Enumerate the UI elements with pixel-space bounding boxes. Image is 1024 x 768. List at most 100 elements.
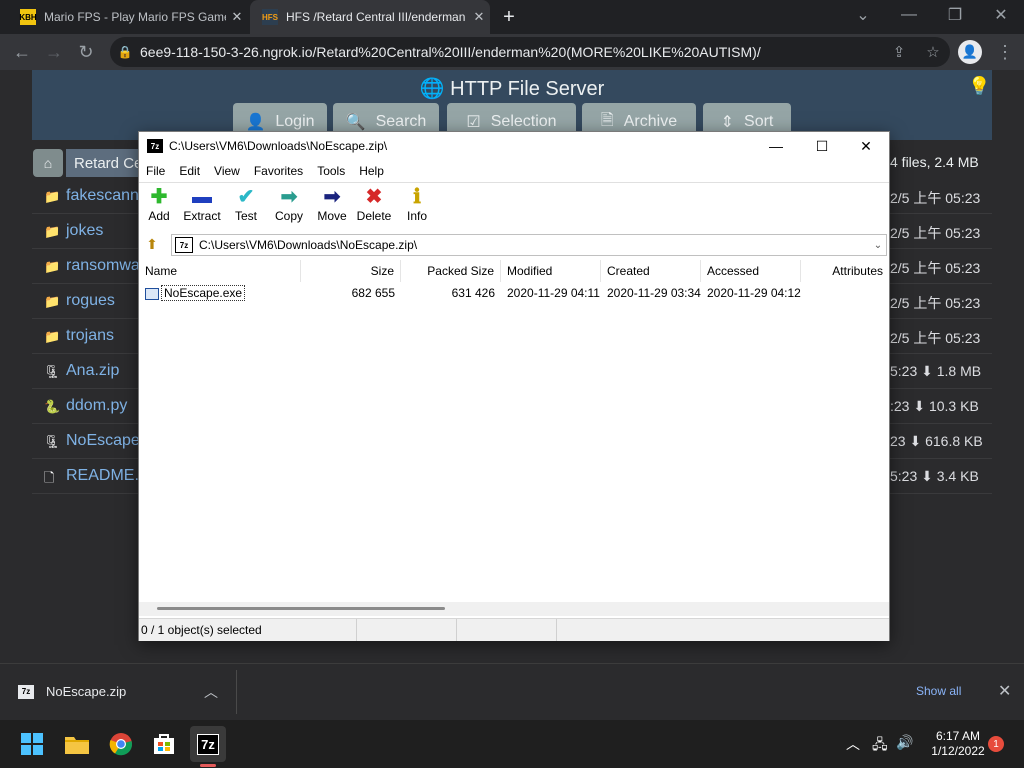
system-clock[interactable]: 6:17 AM 1/12/2022 bbox=[920, 729, 996, 759]
store-icon[interactable] bbox=[146, 726, 182, 762]
checkbox-icon: ☑ bbox=[466, 114, 481, 131]
scrollbar-thumb[interactable] bbox=[157, 607, 445, 610]
column-packed-size[interactable]: Packed Size bbox=[401, 260, 501, 282]
menu-file[interactable]: File bbox=[139, 164, 172, 178]
menu-edit[interactable]: Edit bbox=[172, 164, 207, 178]
table-row[interactable]: NoEscape.exe 682 655 631 426 2020-11-29 … bbox=[139, 284, 889, 302]
status-bar: 0 / 1 object(s) selected bbox=[139, 618, 889, 641]
lightbulb-icon[interactable]: 💡 bbox=[968, 76, 990, 97]
chrome-icon[interactable] bbox=[103, 726, 139, 762]
file-name[interactable]: NoEscape.exe bbox=[161, 285, 246, 301]
folder-icon: 📁 bbox=[44, 189, 61, 204]
sevenzip-window: 7z C:\Users\VM6\Downloads\NoEscape.zip\ … bbox=[138, 131, 890, 641]
kebab-menu-icon[interactable]: ⋮ bbox=[990, 34, 1020, 70]
taskbar: 7z ︿ 🖧 🔊 6:17 AM 1/12/2022 1 bbox=[0, 720, 1024, 768]
download-item[interactable]: 7z NoEscape.zip bbox=[18, 684, 126, 699]
chevron-down-icon[interactable]: ⌄ bbox=[870, 240, 886, 251]
sevenzip-taskbar-icon[interactable]: 7z bbox=[190, 726, 226, 762]
column-accessed[interactable]: Accessed bbox=[701, 260, 801, 282]
windows-start-icon[interactable] bbox=[14, 726, 50, 762]
menu-view[interactable]: View bbox=[207, 164, 247, 178]
browser-toolbar: ← → ↻ 🔒 6ee9-118-150-3-26.ngrok.io/Retar… bbox=[0, 34, 1024, 70]
menu-bar: File Edit View Favorites Tools Help bbox=[139, 160, 889, 182]
download-filename[interactable]: NoEscape.zip bbox=[46, 684, 126, 699]
add-button[interactable]: ✚ Add bbox=[137, 185, 181, 229]
zip-icon: 🗜 bbox=[44, 434, 61, 449]
test-button[interactable]: ✔ Test bbox=[224, 185, 268, 229]
column-attributes[interactable]: Attributes bbox=[801, 260, 889, 282]
selection-status: 0 / 1 object(s) selected bbox=[139, 619, 357, 641]
tab-strip: KBH Mario FPS - Play Mario FPS Game ✕ HF… bbox=[0, 0, 1024, 34]
column-modified[interactable]: Modified bbox=[501, 260, 601, 282]
volume-icon[interactable]: 🔊 bbox=[896, 734, 913, 751]
lock-icon[interactable]: 🔒 bbox=[110, 45, 140, 59]
delete-button[interactable]: ✖ Delete bbox=[352, 185, 396, 229]
new-tab-button[interactable]: + bbox=[496, 4, 522, 30]
tab-search-icon[interactable]: ⌄ bbox=[840, 0, 886, 30]
divider bbox=[236, 670, 237, 714]
column-size[interactable]: Size bbox=[301, 260, 401, 282]
back-icon[interactable]: ← bbox=[6, 34, 38, 70]
address-row: ⬆ 7z C:\Users\VM6\Downloads\NoEscape.zip… bbox=[139, 232, 889, 258]
minimize-icon[interactable]: — bbox=[753, 132, 799, 160]
active-app-indicator bbox=[200, 764, 216, 767]
tab-hfs[interactable]: HFS HFS /Retard Central III/enderman ✕ bbox=[250, 0, 490, 34]
status-pane bbox=[457, 619, 557, 641]
close-icon[interactable]: ✕ bbox=[998, 681, 1011, 701]
home-icon[interactable]: ⌂ bbox=[33, 149, 63, 177]
restore-icon[interactable]: ❐ bbox=[932, 0, 978, 30]
file-explorer-icon[interactable] bbox=[59, 726, 95, 762]
column-name[interactable]: Name bbox=[139, 260, 301, 282]
column-headers: Name Size Packed Size Modified Created A… bbox=[139, 260, 889, 282]
page-title: 🌐 HTTP File Server bbox=[419, 78, 605, 100]
horizontal-scrollbar[interactable] bbox=[139, 602, 889, 616]
chevron-up-icon[interactable]: ︿ bbox=[204, 682, 218, 702]
tab-title: Mario FPS - Play Mario FPS Game bbox=[44, 10, 226, 24]
path-combobox[interactable]: 7z C:\Users\VM6\Downloads\NoEscape.zip\ … bbox=[171, 234, 887, 256]
minimize-icon[interactable]: — bbox=[886, 0, 932, 30]
chevron-up-icon[interactable]: ︿ bbox=[846, 734, 860, 754]
delete-icon: ✖ bbox=[365, 186, 383, 208]
extract-button[interactable]: ▬ Extract bbox=[180, 185, 224, 229]
user-icon: 👤 bbox=[245, 114, 266, 131]
profile-avatar-icon[interactable]: 👤 bbox=[958, 40, 982, 64]
path-text[interactable]: C:\Users\VM6\Downloads\NoEscape.zip\ bbox=[199, 238, 870, 252]
address-bar[interactable]: 🔒 6ee9-118-150-3-26.ngrok.io/Retard%20Ce… bbox=[110, 37, 950, 67]
menu-favorites[interactable]: Favorites bbox=[247, 164, 310, 178]
folder-icon: 📁 bbox=[44, 259, 61, 274]
column-created[interactable]: Created bbox=[601, 260, 701, 282]
menu-tools[interactable]: Tools bbox=[310, 164, 352, 178]
show-all-link[interactable]: Show all bbox=[916, 684, 961, 698]
file-accessed: 2020-11-29 04:12 bbox=[707, 286, 801, 300]
zip-icon: 7z bbox=[175, 237, 193, 253]
maximize-icon[interactable]: ☐ bbox=[799, 132, 845, 160]
close-tab-icon[interactable]: ✕ bbox=[468, 9, 490, 25]
sort-icon: ⇕ bbox=[720, 114, 735, 131]
zip-icon: 7z bbox=[18, 684, 34, 699]
zip-icon: 🗜 bbox=[44, 364, 61, 379]
toolbar: ✚ Add ▬ Extract ✔ Test ➡ Copy ➡ Move ✖ Delete … bbox=[139, 182, 889, 231]
notification-badge[interactable]: 1 bbox=[988, 736, 1004, 752]
status-pane bbox=[357, 619, 457, 641]
url-text[interactable]: 6ee9-118-150-3-26.ngrok.io/Retard%20Cent… bbox=[140, 44, 882, 60]
menu-help[interactable]: Help bbox=[352, 164, 391, 178]
tab-mario-fps[interactable]: KBH Mario FPS - Play Mario FPS Game ✕ bbox=[8, 0, 248, 34]
reload-icon[interactable]: ↻ bbox=[70, 34, 102, 70]
close-tab-icon[interactable]: ✕ bbox=[226, 9, 248, 25]
share-icon[interactable]: ⇪ bbox=[882, 43, 916, 61]
add-icon: ✚ bbox=[150, 186, 168, 208]
folder-up-icon[interactable]: ⬆ bbox=[143, 236, 161, 254]
folder-icon: 📁 bbox=[44, 329, 61, 344]
move-button[interactable]: ➡ Move bbox=[310, 185, 354, 229]
close-window-icon[interactable]: ✕ bbox=[978, 0, 1024, 30]
close-window-icon[interactable]: ✕ bbox=[843, 132, 889, 160]
info-icon: ℹ bbox=[413, 186, 421, 208]
forward-icon[interactable]: → bbox=[38, 34, 70, 70]
bookmark-star-icon[interactable]: ☆ bbox=[916, 43, 950, 61]
file-packed-size: 631 426 bbox=[451, 286, 495, 300]
info-button[interactable]: ℹ Info bbox=[395, 185, 439, 229]
sevenzip-app-icon: 7z bbox=[147, 139, 163, 153]
network-icon[interactable]: 🖧 bbox=[872, 734, 888, 758]
copy-button[interactable]: ➡ Copy bbox=[267, 185, 311, 229]
hfs-favicon-icon: HFS bbox=[262, 9, 278, 25]
